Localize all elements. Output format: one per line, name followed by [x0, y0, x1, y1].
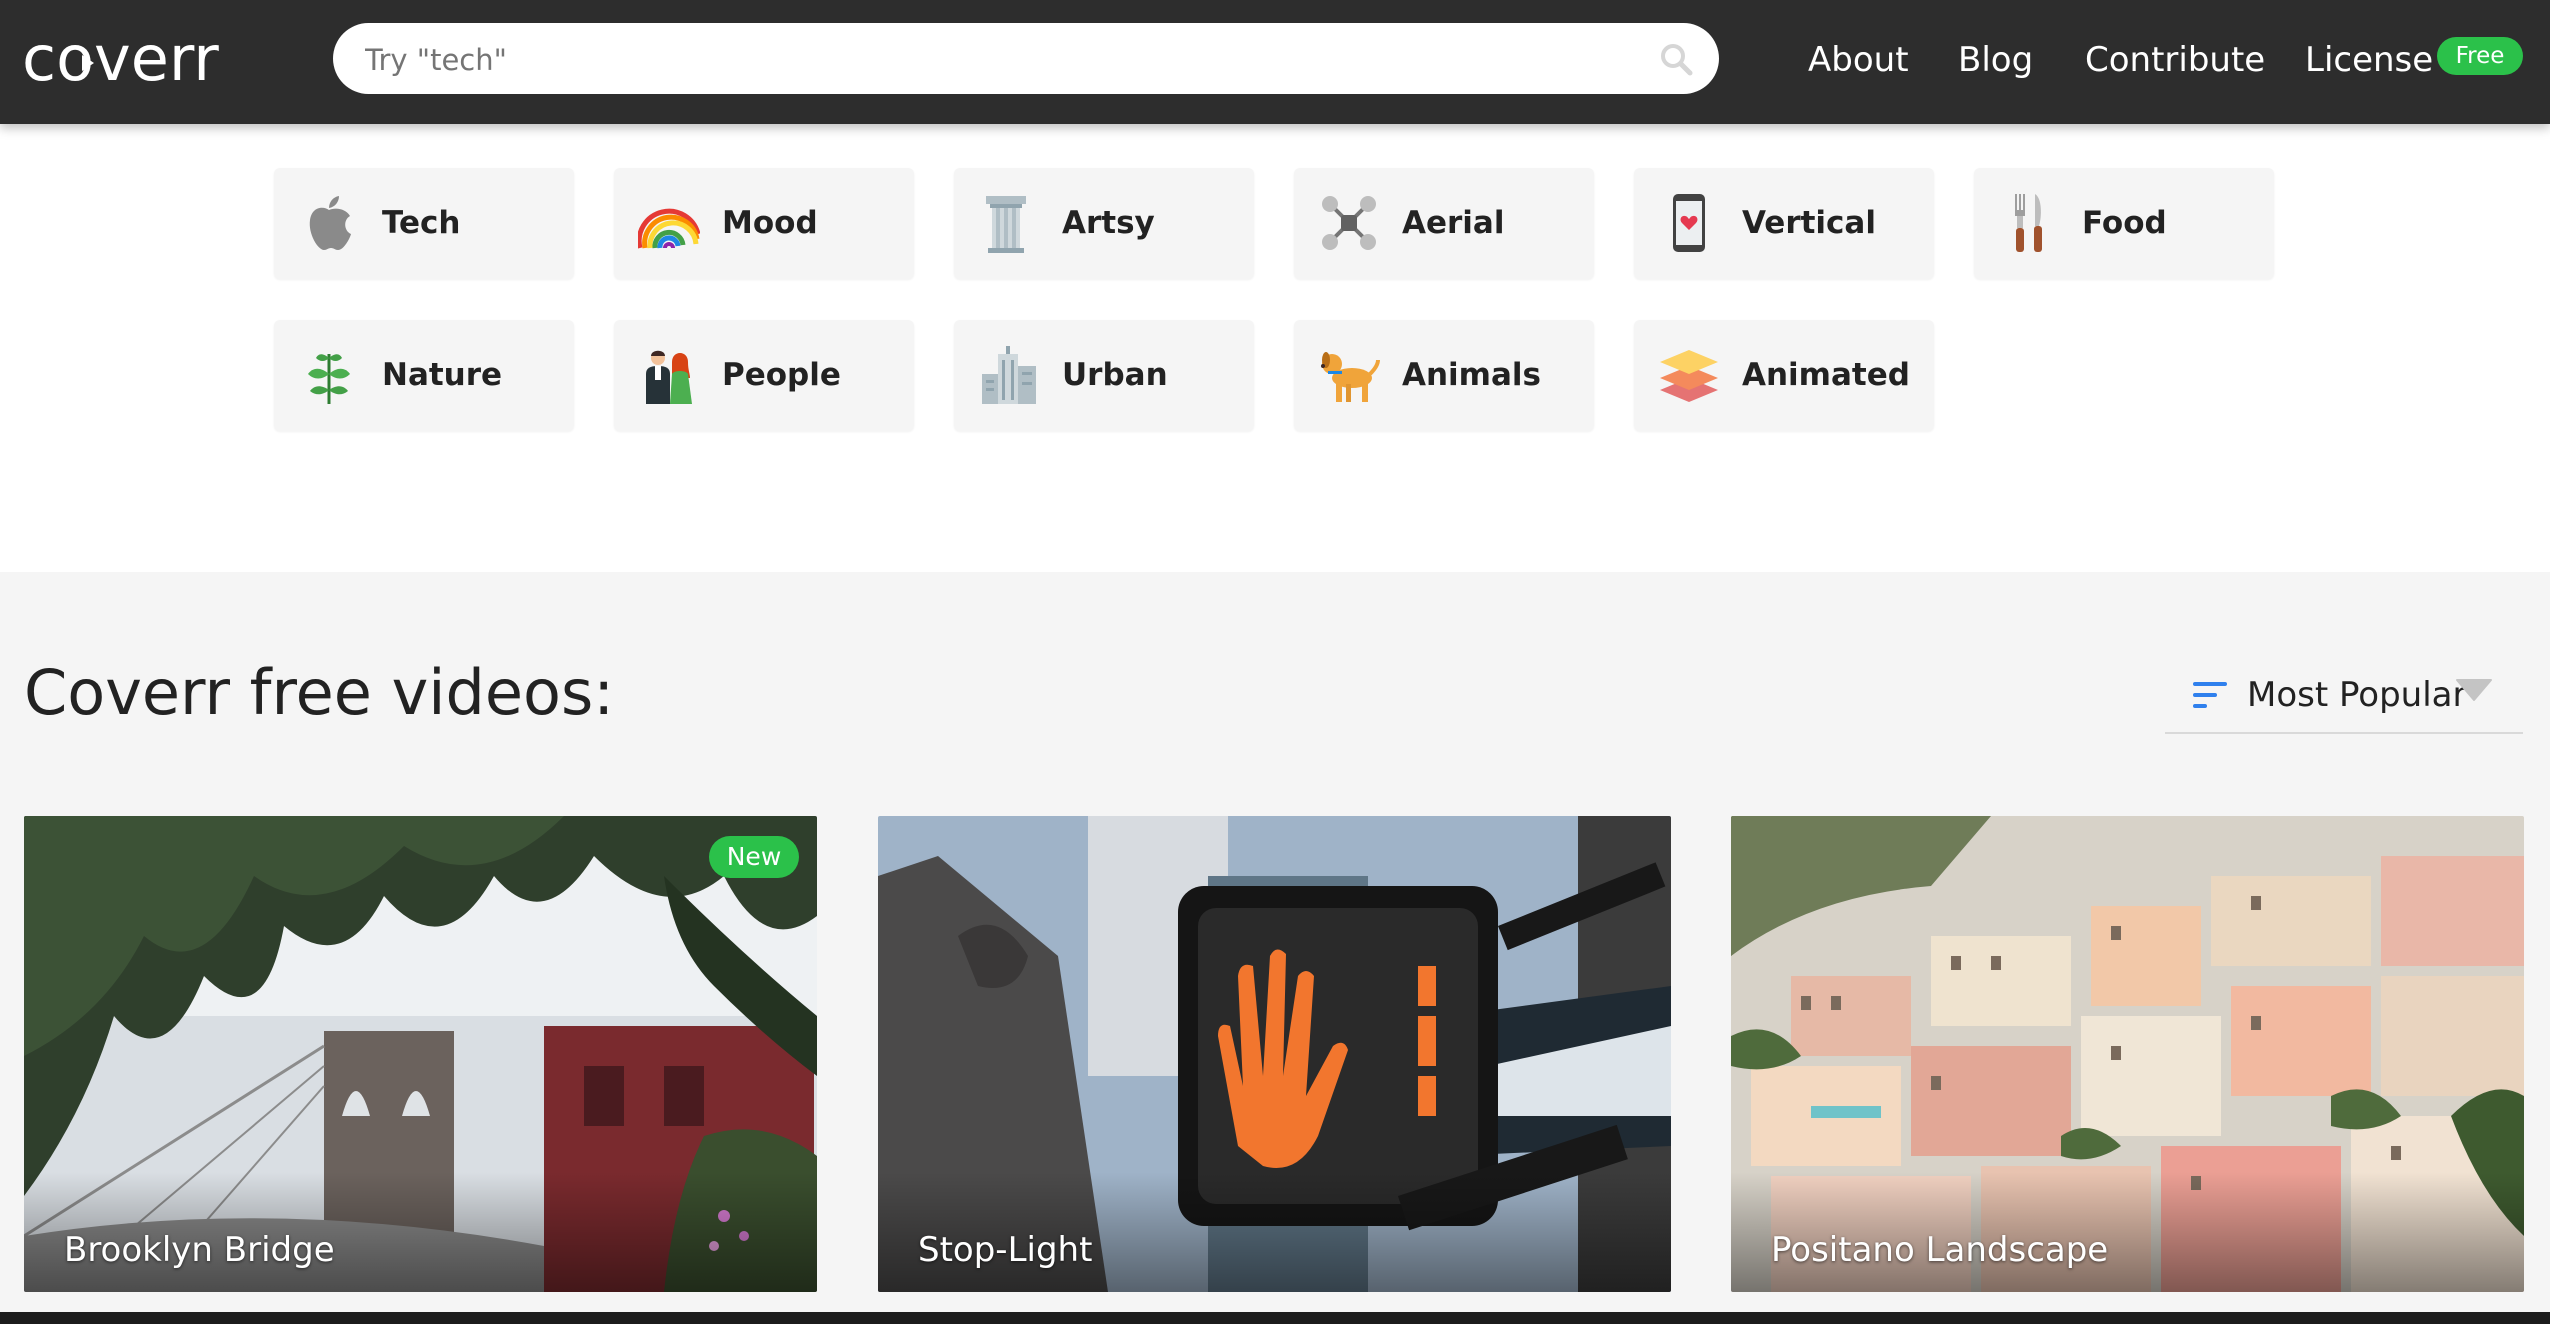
sort-lines-icon [2193, 682, 2227, 708]
category-label: Vertical [1742, 205, 1876, 241]
nav-contribute-link[interactable]: Contribute [2085, 34, 2265, 86]
dog-icon [1321, 352, 1380, 402]
phone-icon [1673, 194, 1705, 252]
category-vertical[interactable]: Vertical [1634, 168, 1934, 279]
category-nature[interactable]: Nature [274, 320, 574, 431]
search-bar [333, 23, 1719, 96]
nav-license-link[interactable]: License [2305, 34, 2433, 86]
card-title: Positano Landscape [1771, 1230, 2109, 1270]
category-label: Artsy [1062, 205, 1155, 241]
logo-text: coverr [22, 22, 219, 95]
category-urban[interactable]: Urban [954, 320, 1254, 431]
category-label: Food [2082, 205, 2167, 241]
search-input[interactable] [363, 23, 1637, 96]
coverr-logo[interactable]: coverr [22, 22, 244, 100]
new-badge: New [709, 836, 799, 878]
category-artsy[interactable]: Artsy [954, 168, 1254, 279]
drone-icon [1322, 196, 1376, 250]
plant-icon [308, 354, 350, 404]
category-people[interactable]: People [614, 320, 914, 431]
category-tech[interactable]: Tech [274, 168, 574, 279]
nav-about-link[interactable]: About [1808, 34, 1909, 86]
card-title: Brooklyn Bridge [64, 1230, 335, 1270]
chevron-down-icon [2456, 679, 2492, 701]
rainbow-icon [638, 208, 700, 249]
category-label: Tech [382, 205, 461, 241]
category-food[interactable]: Food [1974, 168, 2274, 279]
apple-icon [309, 196, 351, 250]
category-animals[interactable]: Animals [1294, 320, 1594, 431]
top-navigation-bar: coverr About Blog Contribute License Fre… [0, 0, 2550, 124]
category-label: Nature [382, 357, 503, 393]
section-title: Coverr free videos: [24, 656, 615, 729]
video-card-stop-light[interactable]: Stop-Light [878, 816, 1671, 1292]
category-label: Animals [1402, 357, 1541, 393]
column-icon [986, 196, 1026, 253]
search-icon[interactable] [1658, 41, 1694, 77]
category-label: Animated [1742, 357, 1910, 393]
sort-label: Most Popular [2247, 675, 2467, 715]
category-label: People [722, 357, 841, 393]
nav-blog-link[interactable]: Blog [1958, 34, 2033, 86]
video-card-brooklyn-bridge[interactable]: New Brooklyn Bridge [24, 816, 817, 1292]
video-card-positano-landscape[interactable]: Positano Landscape [1731, 816, 2524, 1292]
card-title: Stop-Light [918, 1230, 1093, 1270]
buildings-icon [982, 346, 1036, 404]
category-label: Mood [722, 205, 818, 241]
cutlery-icon [2015, 194, 2042, 252]
sort-dropdown[interactable]: Most Popular [2165, 660, 2523, 734]
bottom-edge [0, 1312, 2550, 1324]
people-icon [646, 350, 692, 404]
free-badge: Free [2437, 37, 2523, 75]
category-aerial[interactable]: Aerial [1294, 168, 1594, 279]
category-mood[interactable]: Mood [614, 168, 914, 279]
category-animated[interactable]: Animated [1634, 320, 1934, 431]
category-label: Aerial [1402, 205, 1505, 241]
category-label: Urban [1062, 357, 1168, 393]
layers-icon [1660, 350, 1718, 402]
